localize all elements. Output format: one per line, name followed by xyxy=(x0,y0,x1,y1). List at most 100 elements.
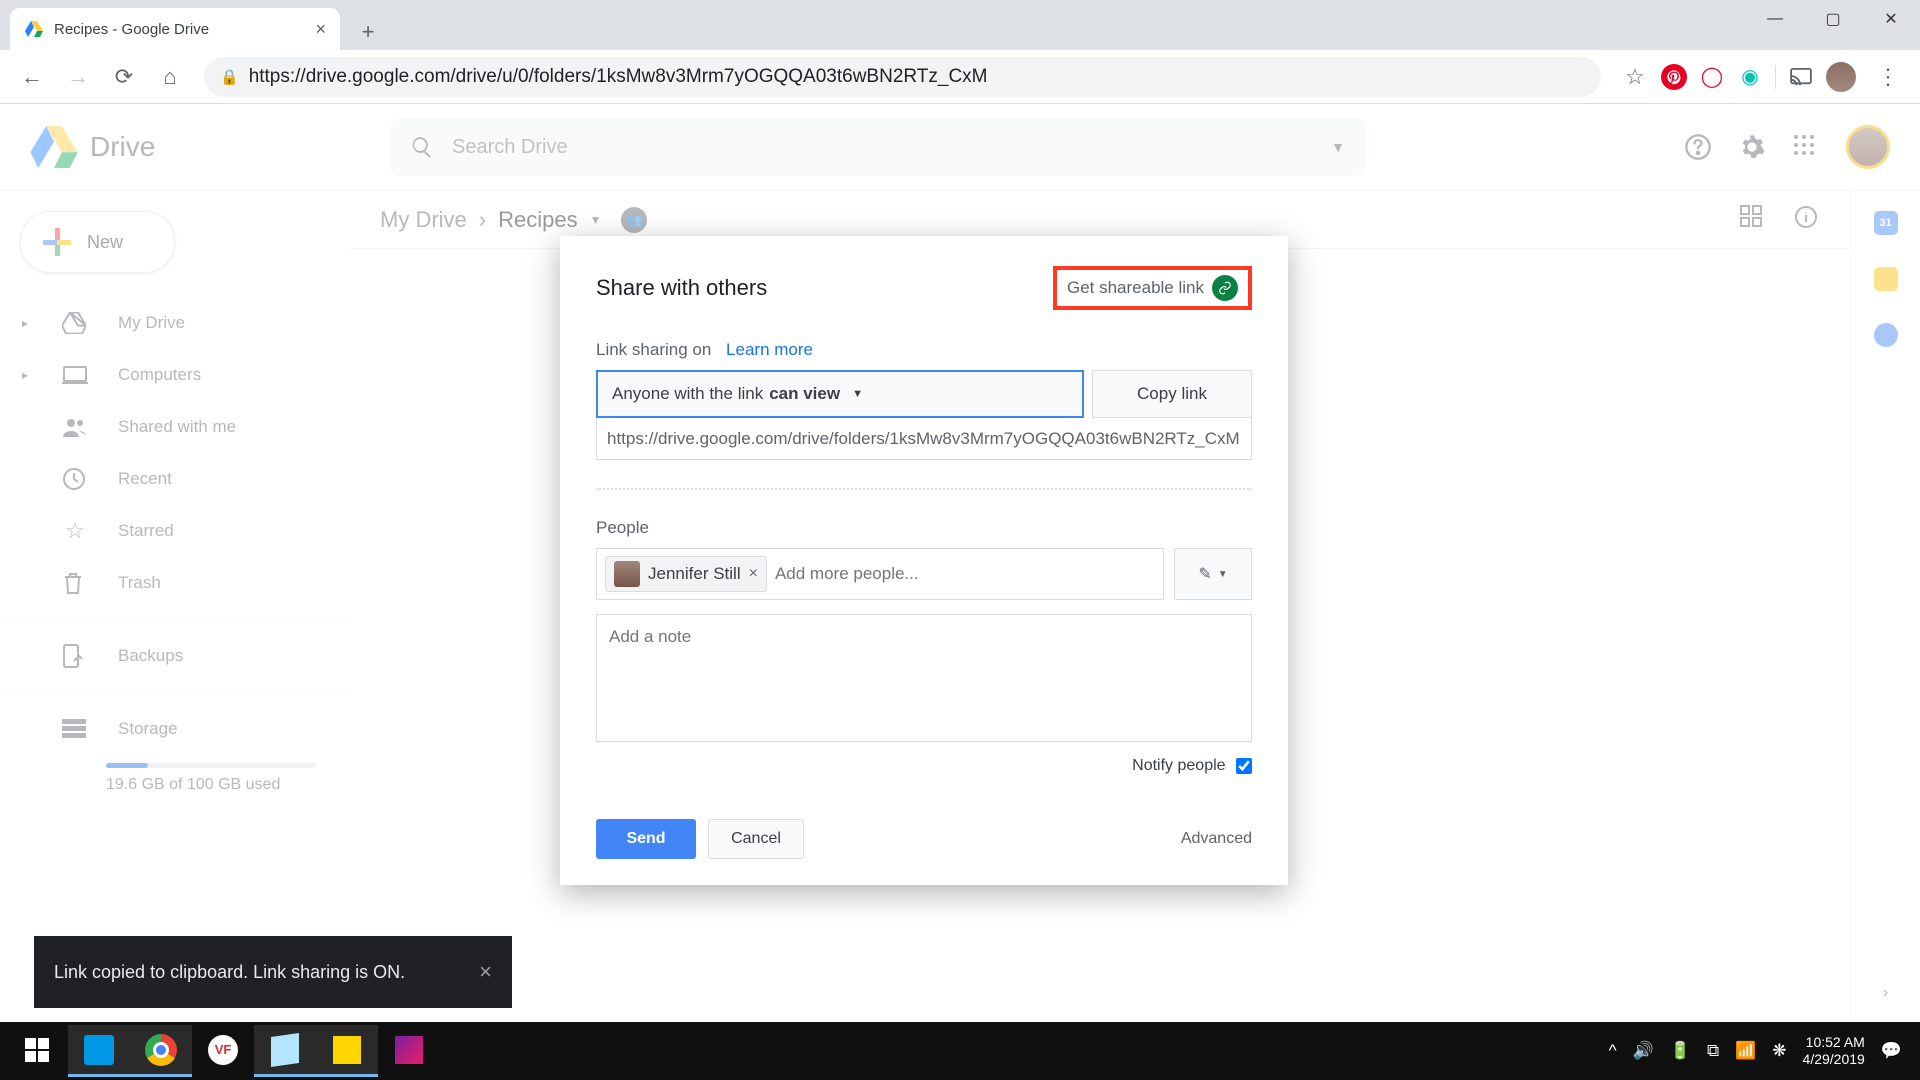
link-permission-dropdown[interactable]: Anyone with the link can view ▼ xyxy=(596,370,1084,418)
cast-icon[interactable] xyxy=(1788,64,1814,90)
wifi-icon[interactable]: 📶 xyxy=(1735,1041,1756,1061)
maximize-button[interactable]: ▢ xyxy=(1804,0,1862,38)
search-box[interactable]: ▼ xyxy=(390,118,1365,176)
close-window-button[interactable]: ✕ xyxy=(1862,0,1920,38)
notify-label: Notify people xyxy=(1132,757,1225,774)
settings-gear-icon[interactable] xyxy=(1738,133,1766,161)
sidebar-item-starred[interactable]: ☆ Starred xyxy=(0,505,350,557)
advanced-link[interactable]: Advanced xyxy=(1181,830,1252,848)
sidebar-item-recent[interactable]: Recent xyxy=(0,453,350,505)
separator xyxy=(596,488,1252,490)
sidebar-label: Backups xyxy=(118,646,183,666)
volume-icon[interactable]: 🔊 xyxy=(1633,1041,1654,1061)
address-bar[interactable]: 🔒 https://drive.google.com/drive/u/0/fol… xyxy=(204,57,1601,97)
search-options-icon[interactable]: ▼ xyxy=(1331,139,1345,155)
reload-button[interactable]: ⟳ xyxy=(104,57,144,97)
trash-icon xyxy=(62,571,88,595)
breadcrumb-current[interactable]: Recipes xyxy=(498,207,577,233)
storage-bar xyxy=(106,763,316,768)
tab-title: Recipes - Google Drive xyxy=(54,21,305,38)
sidebar-item-my-drive[interactable]: ▸ My Drive xyxy=(0,297,350,349)
pencil-icon: ✎ xyxy=(1198,564,1211,584)
copy-link-button[interactable]: Copy link xyxy=(1092,370,1252,418)
browser-menu-icon[interactable]: ⋮ xyxy=(1868,57,1908,97)
dropbox-tray-icon[interactable]: ⧉ xyxy=(1707,1041,1719,1061)
learn-more-link[interactable]: Learn more xyxy=(726,340,813,359)
battery-icon[interactable]: 🔋 xyxy=(1670,1041,1691,1061)
back-button[interactable]: ← xyxy=(12,57,52,97)
taskbar-app-6[interactable] xyxy=(378,1025,440,1077)
search-input[interactable] xyxy=(452,136,1313,159)
remove-chip-icon[interactable]: × xyxy=(749,565,758,583)
new-button[interactable]: New xyxy=(20,211,175,273)
recent-icon xyxy=(62,467,88,491)
view-grid-icon[interactable] xyxy=(1740,205,1762,229)
add-people-input[interactable] xyxy=(775,564,1155,584)
minimize-button[interactable]: — xyxy=(1746,0,1804,38)
home-button[interactable]: ⌂ xyxy=(150,57,190,97)
browser-tab-strip: Recipes - Google Drive × + — ▢ ✕ xyxy=(0,0,1920,50)
sidebar-item-shared[interactable]: Shared with me xyxy=(0,401,350,453)
tray-misc-icon[interactable]: ❋ xyxy=(1772,1041,1786,1061)
share-dialog: Share with others Get shareable link Lin… xyxy=(560,236,1288,885)
people-permission-button[interactable]: ✎ ▼ xyxy=(1174,548,1252,600)
start-button[interactable] xyxy=(6,1025,68,1077)
my-drive-icon xyxy=(62,312,88,334)
send-button[interactable]: Send xyxy=(596,819,696,859)
note-textarea[interactable] xyxy=(596,614,1252,742)
taskbar-app-5[interactable] xyxy=(316,1025,378,1077)
dialog-title: Share with others xyxy=(596,275,767,301)
computers-icon xyxy=(62,365,88,385)
toast-notification: Link copied to clipboard. Link sharing i… xyxy=(34,936,512,1008)
toast-close-icon[interactable]: × xyxy=(479,959,492,985)
hide-panel-icon[interactable]: › xyxy=(1883,984,1888,1002)
extension-icon-2[interactable]: ◯ xyxy=(1699,64,1725,90)
sidebar-item-storage[interactable]: Storage xyxy=(0,703,350,755)
drive-header: Drive ▼ xyxy=(0,104,1920,190)
info-icon[interactable] xyxy=(1794,205,1818,229)
account-avatar[interactable] xyxy=(1846,125,1890,169)
keep-addon-icon[interactable] xyxy=(1874,267,1898,291)
url-text: https://drive.google.com/drive/u/0/folde… xyxy=(249,66,988,88)
folder-dropdown-icon[interactable]: ▼ xyxy=(590,213,602,227)
sidebar-item-trash[interactable]: Trash xyxy=(0,557,350,609)
lock-icon: 🔒 xyxy=(220,68,239,86)
taskbar-app-4[interactable] xyxy=(254,1025,316,1077)
share-url-field[interactable]: https://drive.google.com/drive/folders/1… xyxy=(596,418,1252,460)
taskbar-app-1[interactable] xyxy=(68,1025,130,1077)
taskbar-chrome[interactable] xyxy=(130,1025,192,1077)
pinterest-extension-icon[interactable] xyxy=(1661,64,1687,90)
expand-icon[interactable]: ▸ xyxy=(22,368,32,382)
notify-checkbox[interactable] xyxy=(1236,758,1252,774)
new-tab-button[interactable]: + xyxy=(350,14,386,50)
tasks-addon-icon[interactable] xyxy=(1874,323,1898,347)
breadcrumb-root[interactable]: My Drive xyxy=(380,207,467,233)
bookmark-star-icon[interactable]: ☆ xyxy=(1615,57,1655,97)
expand-icon[interactable]: ▸ xyxy=(22,316,32,330)
help-icon[interactable] xyxy=(1684,133,1712,161)
storage-used-text: 19.6 GB of 100 GB used xyxy=(106,776,350,794)
tab-close-icon[interactable]: × xyxy=(315,19,326,40)
header-right xyxy=(1684,125,1890,169)
cancel-button[interactable]: Cancel xyxy=(708,819,804,859)
browser-tab[interactable]: Recipes - Google Drive × xyxy=(10,8,340,50)
person-chip[interactable]: Jennifer Still × xyxy=(605,556,767,592)
sidebar-item-computers[interactable]: ▸ Computers xyxy=(0,349,350,401)
profile-avatar[interactable] xyxy=(1826,62,1856,92)
people-input[interactable]: Jennifer Still × xyxy=(596,548,1164,600)
forward-button[interactable]: → xyxy=(58,57,98,97)
drive-logo[interactable]: Drive xyxy=(30,126,360,168)
sidebar-label: My Drive xyxy=(118,313,185,333)
taskbar-app-3[interactable]: VF xyxy=(192,1025,254,1077)
tray-chevron-icon[interactable]: ^ xyxy=(1609,1041,1617,1061)
sidebar: New ▸ My Drive ▸ Computers Shared with m… xyxy=(0,191,350,1022)
sidebar-label: Shared with me xyxy=(118,417,236,437)
apps-grid-icon[interactable] xyxy=(1792,133,1820,161)
clock[interactable]: 10:52 AM 4/29/2019 xyxy=(1803,1034,1865,1068)
calendar-addon-icon[interactable]: 31 xyxy=(1874,211,1898,235)
notifications-icon[interactable]: 💬 xyxy=(1881,1041,1902,1061)
right-side-panel: 31 › xyxy=(1850,191,1920,1022)
get-shareable-link-button[interactable]: Get shareable link xyxy=(1053,266,1252,310)
sidebar-item-backups[interactable]: Backups xyxy=(0,630,350,682)
grammarly-extension-icon[interactable]: ◉ xyxy=(1737,64,1763,90)
